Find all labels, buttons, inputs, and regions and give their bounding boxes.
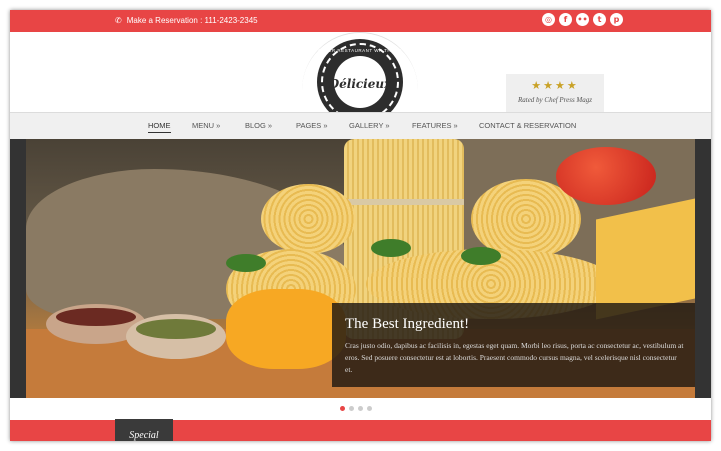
- basil-leaf: [461, 247, 501, 265]
- basil-leaf: [226, 254, 266, 272]
- tomato: [556, 147, 656, 205]
- social-icons: ◎ f •• t p: [542, 13, 623, 26]
- herb-bowl: [126, 314, 226, 359]
- yellow-pepper: [226, 289, 346, 369]
- slider-dot-1[interactable]: [340, 406, 345, 411]
- facebook-icon[interactable]: f: [559, 13, 572, 26]
- slide-title: The Best Ingredient!: [345, 316, 470, 332]
- peppercorns: [56, 308, 136, 326]
- pasta-nest: [261, 184, 356, 254]
- slider-dot-3[interactable]: [358, 406, 363, 411]
- special-tab[interactable]: Special: [115, 419, 173, 441]
- slider-dot-4[interactable]: [367, 406, 372, 411]
- slider-dot-2[interactable]: [349, 406, 354, 411]
- nav-contact-reservation[interactable]: CONTACT & RESERVATION: [479, 113, 576, 139]
- hero-slider[interactable]: The Best Ingredient! Cras justo odio, da…: [10, 139, 711, 398]
- pinterest-icon[interactable]: p: [610, 13, 623, 26]
- string-tie: [344, 199, 464, 205]
- rating-badge: ★★★★ Rated by Chef Press Magz: [506, 74, 604, 112]
- nav-features[interactable]: FEATURES »: [412, 113, 458, 139]
- flickr-icon[interactable]: ••: [576, 13, 589, 26]
- nav-pages[interactable]: PAGES »: [296, 113, 328, 139]
- phone-icon: ✆: [115, 16, 122, 25]
- twitter-icon[interactable]: t: [593, 13, 606, 26]
- site-header: SUPER RESTAURANT WP THEME Délicieux SINC…: [10, 32, 711, 125]
- slider-edge-left: [10, 139, 26, 398]
- slider-edge-right: [695, 139, 711, 398]
- slide-text: Cras justo odio, dapibus ac facilisis in…: [345, 341, 684, 374]
- logo-tagline: SUPER RESTAURANT WP THEME: [317, 48, 403, 53]
- nav-menu[interactable]: MENU »: [192, 113, 220, 139]
- nav-blog[interactable]: BLOG »: [245, 113, 272, 139]
- slide-caption: The Best Ingredient! Cras justo odio, da…: [332, 303, 695, 387]
- slider-pagination: [340, 406, 372, 411]
- logo-name: Délicieux: [328, 77, 392, 91]
- star-rating-icon: ★★★★: [531, 80, 579, 92]
- nav-home[interactable]: HOME: [148, 113, 171, 139]
- share-icon[interactable]: ◎: [542, 13, 555, 26]
- nav-gallery[interactable]: GALLERY »: [349, 113, 390, 139]
- reservation-text: Make a Reservation : 111-2423-2345: [126, 16, 258, 25]
- cheese: [596, 198, 695, 320]
- dried-herbs: [136, 319, 216, 339]
- top-bar: ✆ Make a Reservation : 111-2423-2345 ◎ f …: [10, 10, 711, 32]
- reservation-info: ✆ Make a Reservation : 111-2423-2345: [115, 10, 258, 32]
- main-navigation: HOME MENU » BLOG » PAGES » GALLERY » FEA…: [10, 112, 711, 140]
- rating-caption: Rated by Chef Press Magz: [517, 96, 592, 104]
- basil-leaf: [371, 239, 411, 257]
- browser-frame: ✆ Make a Reservation : 111-2423-2345 ◎ f …: [10, 10, 711, 441]
